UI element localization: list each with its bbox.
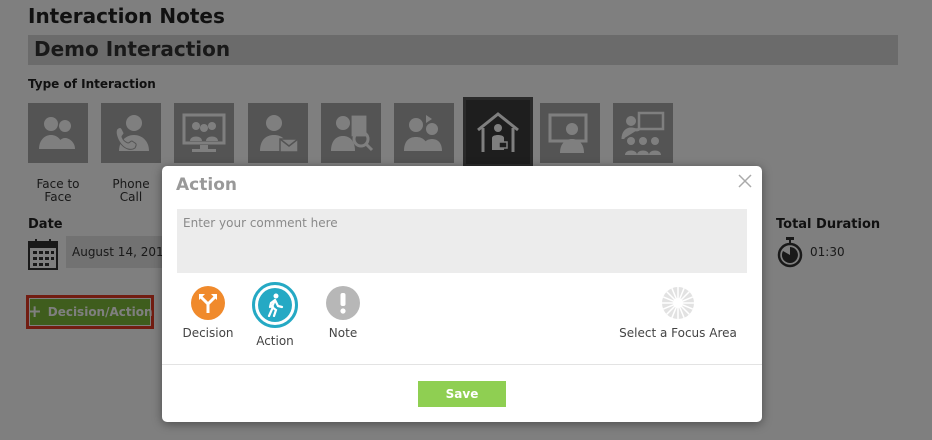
action-label: Action (256, 334, 294, 348)
decision-icon (191, 286, 225, 320)
modal-divider (162, 364, 762, 365)
decision-label: Decision (182, 326, 234, 340)
action-icon-ring (252, 282, 298, 328)
note-label: Note (328, 326, 358, 340)
focus-area-label: Select a Focus Area (619, 326, 737, 340)
focus-area-icon (662, 287, 694, 319)
option-focus-area[interactable]: Select a Focus Area (608, 286, 748, 340)
comment-input[interactable] (177, 209, 747, 273)
option-action[interactable]: Action (250, 282, 300, 348)
note-icon (326, 286, 360, 320)
save-button[interactable]: Save (418, 381, 506, 407)
close-icon[interactable] (738, 174, 752, 188)
modal-title: Action (176, 175, 237, 195)
action-modal: Action Decision Action Note Se (162, 166, 762, 422)
option-note[interactable]: Note (318, 286, 368, 340)
action-icon (258, 288, 292, 322)
option-decision[interactable]: Decision (178, 286, 238, 340)
